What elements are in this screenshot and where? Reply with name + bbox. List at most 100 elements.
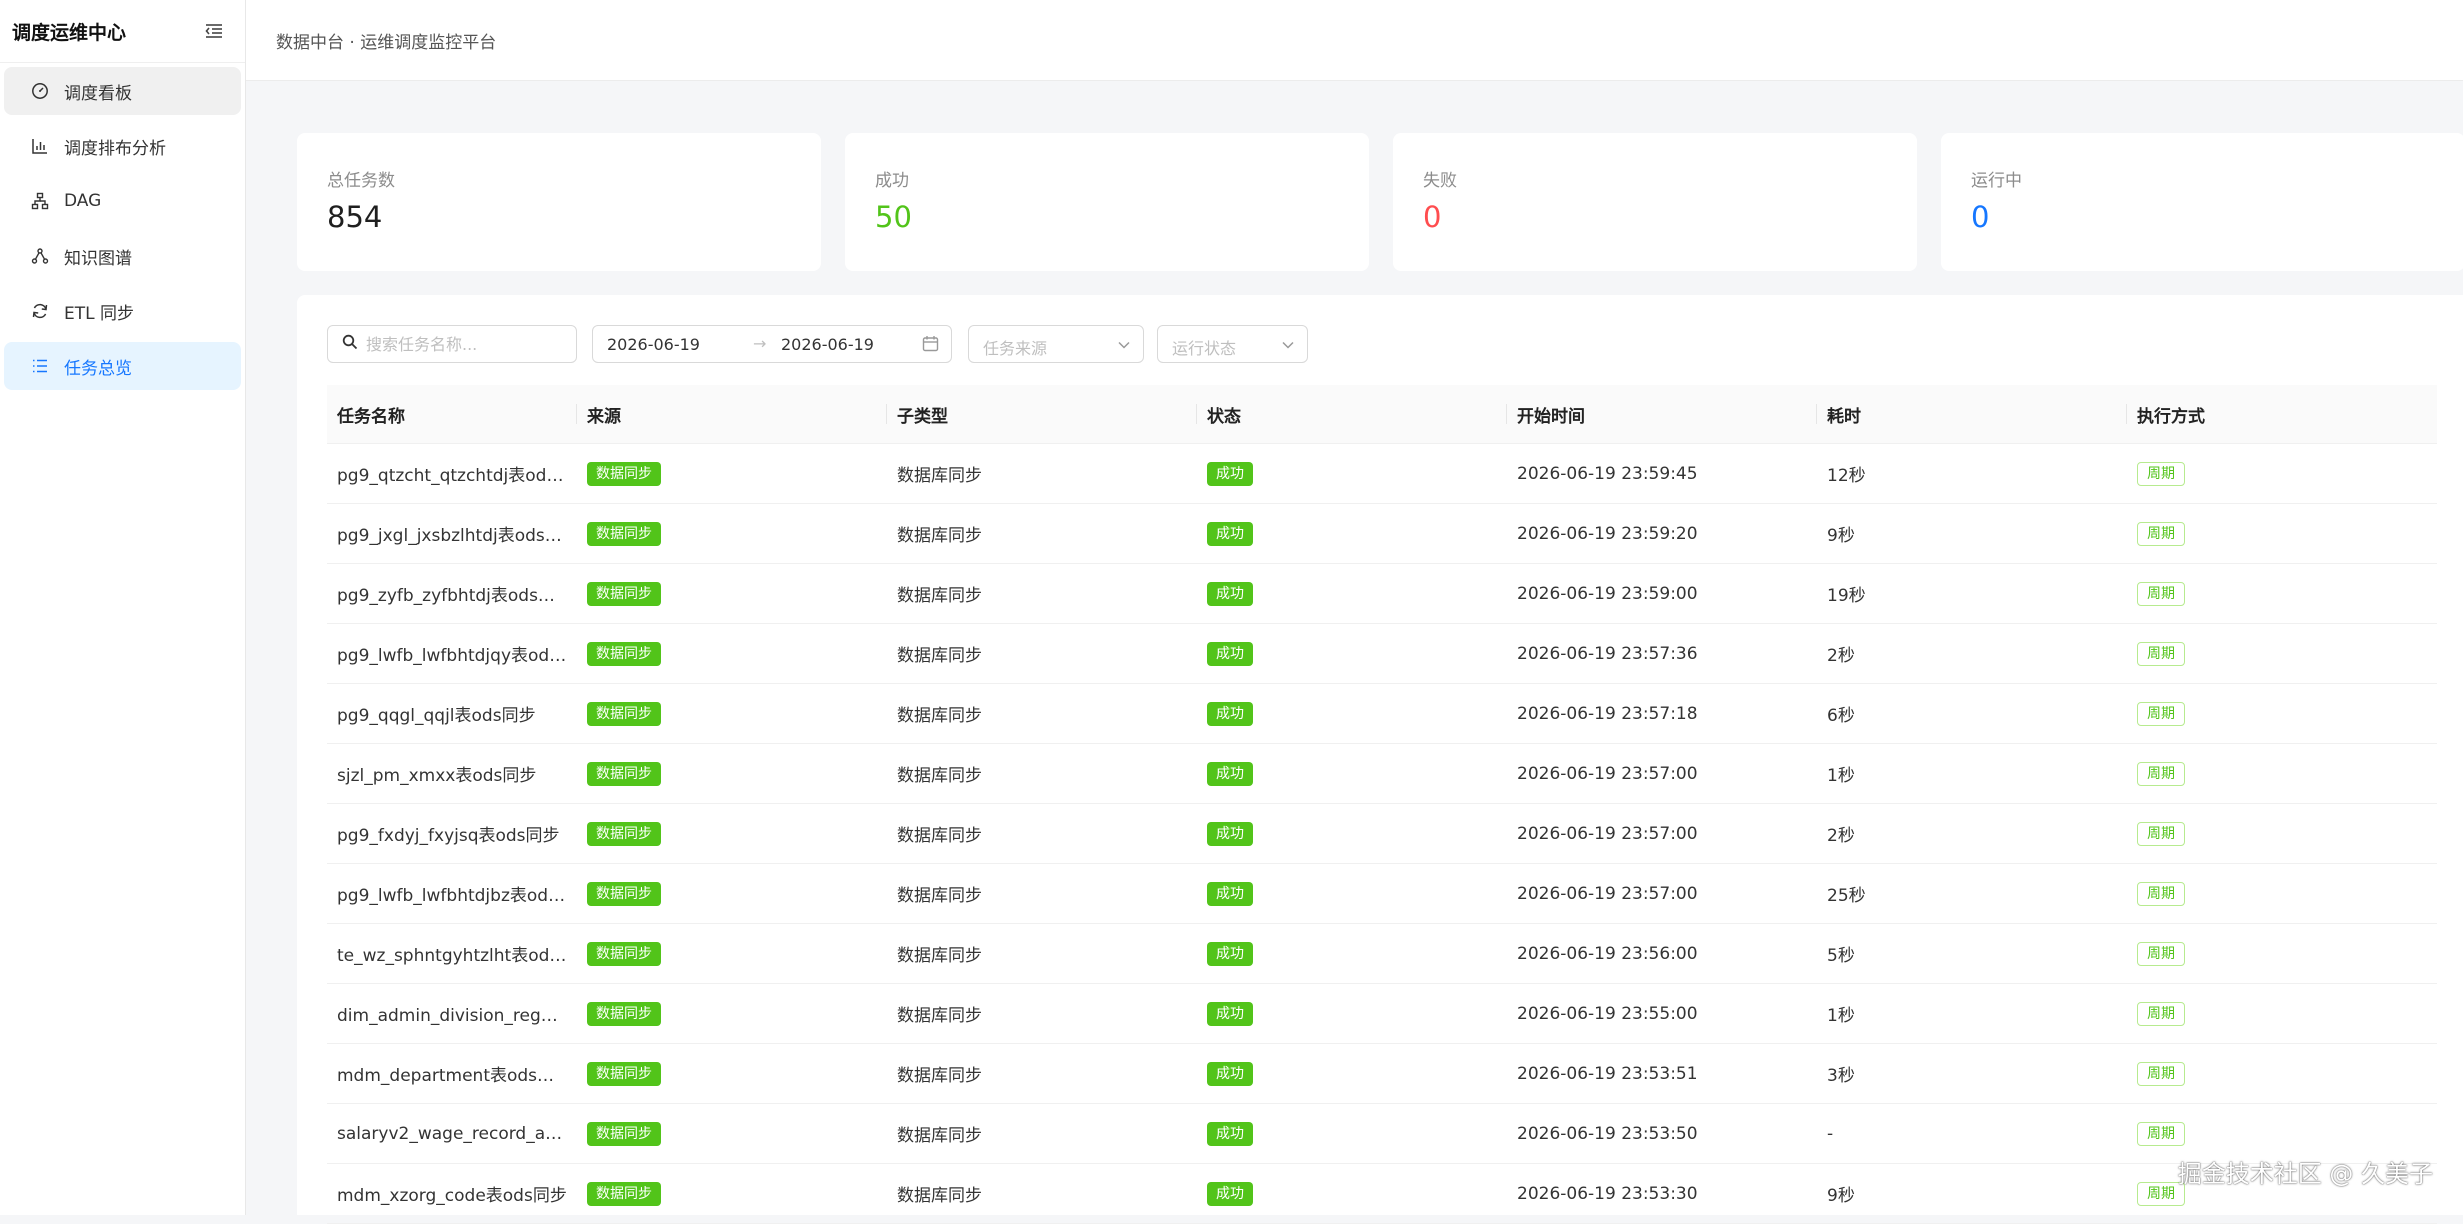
sidebar-item-0[interactable]: 调度看板	[4, 67, 241, 115]
subtype-cell: 数据库同步	[897, 526, 982, 546]
date-start[interactable]: 2026-06-19	[607, 335, 700, 354]
subtype-cell: 数据库同步	[897, 826, 982, 846]
task-name: pg9_qqgl_qqjl表ods同步	[337, 706, 536, 726]
date-range-picker[interactable]: 2026-06-19 → 2026-06-19	[592, 325, 952, 363]
table-cell: 成功	[1197, 683, 1507, 744]
table-cell: 数据同步	[577, 503, 887, 564]
table-cell: 成功	[1197, 863, 1507, 924]
task-name: te_wz_sphntgyhtzlht表ods...	[337, 946, 575, 966]
table-row[interactable]: te_wz_sphntgyhtzlht表ods... 数据同步 数据库同步 成功 202…	[327, 923, 2437, 984]
table-cell: dim_admin_division_reg同步	[327, 983, 577, 1044]
date-end[interactable]: 2026-06-19	[781, 335, 874, 354]
stat-value: 0	[1971, 200, 1990, 234]
table-cell: 周期	[2127, 443, 2437, 504]
table-cell: 成功	[1197, 503, 1507, 564]
status-badge: 成功	[1207, 1001, 1253, 1026]
table-row[interactable]: pg9_fxdyj_fxyjsq表ods同步 数据同步 数据库同步 成功 2026-06…	[327, 803, 2437, 864]
table-row[interactable]: mdm_department表ods同步 数据同步 数据库同步 成功 2026-06-1…	[327, 1043, 2437, 1104]
source-tag: 数据同步	[587, 1181, 661, 1206]
column-header-label: 子类型	[897, 406, 948, 427]
dag-icon	[30, 191, 50, 211]
column-header-label: 来源	[587, 406, 621, 427]
sidebar-item-1[interactable]: 调度排布分析	[4, 122, 241, 170]
stat-label: 运行中	[1971, 171, 2022, 191]
stat-value: 0	[1423, 200, 1442, 234]
source-tag: 数据同步	[587, 1001, 661, 1026]
duration: 9秒	[1827, 526, 1855, 546]
calendar-icon	[922, 335, 939, 356]
table-row[interactable]: pg9_lwfb_lwfbhtdjqy表ods... 数据同步 数据库同步 成功 202…	[327, 623, 2437, 684]
table-cell: 数据同步	[577, 623, 887, 684]
column-header: 开始时间	[1507, 385, 1817, 444]
table-cell: 2026-06-19 23:53:50	[1507, 1103, 1817, 1164]
status-select-placeholder: 运行状态	[1172, 339, 1237, 358]
table-cell: 数据库同步	[887, 683, 1197, 744]
table-cell: 6秒	[1817, 683, 2127, 744]
breadcrumb: 数据中台 · 运维调度监控平台	[276, 32, 497, 53]
table-cell: pg9_zyfb_zyfbhtdj表ods同步	[327, 563, 577, 624]
table-cell: pg9_qtzcht_qtzchtdj表ods...	[327, 443, 577, 504]
table-cell: 1秒	[1817, 983, 2127, 1044]
table-cell: 12秒	[1817, 443, 2127, 504]
status-badge: 成功	[1207, 761, 1253, 786]
stat-card: 运行中 0	[1941, 133, 2463, 271]
table-cell: 数据库同步	[887, 623, 1197, 684]
subtype-cell: 数据库同步	[897, 466, 982, 486]
table-cell: 数据同步	[577, 863, 887, 924]
menu-fold-icon[interactable]	[203, 20, 225, 42]
table-cell: 25秒	[1817, 863, 2127, 924]
table-cell: 周期	[2127, 743, 2437, 804]
column-header-label: 开始时间	[1517, 406, 1585, 427]
column-header-label: 任务名称	[337, 406, 405, 427]
table-row[interactable]: salaryv2_wage_record_appr... 数据同步 数据库同步 成功 2…	[327, 1103, 2437, 1164]
table-row[interactable]: pg9_qqgl_qqjl表ods同步 数据同步 数据库同步 成功 2026-06-19…	[327, 683, 2437, 744]
table-row[interactable]: pg9_zyfb_zyfbhtdj表ods同步 数据同步 数据库同步 成功 2026-0…	[327, 563, 2437, 624]
column-header-label: 执行方式	[2137, 406, 2205, 427]
subtype-cell: 数据库同步	[897, 1186, 982, 1206]
search-input[interactable]	[364, 333, 568, 355]
source-tag: 数据同步	[587, 941, 661, 966]
status-select[interactable]: 运行状态	[1157, 325, 1308, 363]
table-cell: 数据同步	[577, 803, 887, 864]
column-header-label: 耗时	[1827, 406, 1861, 427]
table-cell: pg9_jxgl_jxsbzlhtdj表ods同步	[327, 503, 577, 564]
column-header: 耗时	[1817, 385, 2127, 444]
table-cell: sjzl_pm_xmxx表ods同步	[327, 743, 577, 804]
source-select[interactable]: 任务来源	[968, 325, 1144, 363]
sidebar-item-4[interactable]: ETL 同步	[4, 287, 241, 335]
table-row[interactable]: pg9_jxgl_jxsbzlhtdj表ods同步 数据同步 数据库同步 成功 2026…	[327, 503, 2437, 564]
status-badge: 成功	[1207, 461, 1253, 486]
table-cell: 数据库同步	[887, 983, 1197, 1044]
table-cell: 成功	[1197, 983, 1507, 1044]
sidebar-item-3[interactable]: 知识图谱	[4, 232, 241, 280]
duration: 19秒	[1827, 586, 1866, 606]
subtype-cell: 数据库同步	[897, 1066, 982, 1086]
stat-label: 成功	[875, 171, 909, 191]
table-cell: 数据同步	[577, 1103, 887, 1164]
table-row[interactable]: sjzl_pm_xmxx表ods同步 数据同步 数据库同步 成功 2026-06-19 …	[327, 743, 2437, 804]
status-badge: 成功	[1207, 581, 1253, 606]
status-badge: 成功	[1207, 521, 1253, 546]
sync-icon	[30, 301, 50, 321]
task-name: pg9_jxgl_jxsbzlhtdj表ods同步	[337, 526, 577, 546]
sidebar-item-5[interactable]: 任务总览	[4, 342, 241, 390]
table-cell: 数据库同步	[887, 503, 1197, 564]
table-row[interactable]: pg9_lwfb_lwfbhtdjbz表ods... 数据同步 数据库同步 成功 202…	[327, 863, 2437, 924]
table-row[interactable]: dim_admin_division_reg同步 数据同步 数据库同步 成功 2026-…	[327, 983, 2437, 1044]
app-title: 调度运维中心	[12, 21, 127, 44]
table-row[interactable]: pg9_qtzcht_qtzchtdj表ods... 数据同步 数据库同步 成功 202…	[327, 443, 2437, 504]
start-time: 2026-06-19 23:57:18	[1517, 703, 1698, 724]
table-cell: 2026-06-19 23:57:36	[1507, 623, 1817, 684]
task-table: 任务名称 来源 子类型 状态 开始时间 耗时 执行方式 pg9_qtzcht_qtzchtd…	[327, 385, 2437, 1224]
sidebar-item-label: 知识图谱	[64, 248, 132, 269]
sidebar-item-2[interactable]: DAG	[4, 177, 241, 225]
subtype-cell: 数据库同步	[897, 586, 982, 606]
duration: 2秒	[1827, 826, 1855, 846]
task-name: sjzl_pm_xmxx表ods同步	[337, 766, 537, 786]
stat-card: 成功 50	[845, 133, 1369, 271]
sidebar-item-label: DAG	[64, 191, 102, 211]
table-cell: 2026-06-19 23:59:45	[1507, 443, 1817, 504]
table-cell: te_wz_sphntgyhtzlht表ods...	[327, 923, 577, 984]
search-box[interactable]	[327, 325, 577, 363]
status-badge: 成功	[1207, 641, 1253, 666]
